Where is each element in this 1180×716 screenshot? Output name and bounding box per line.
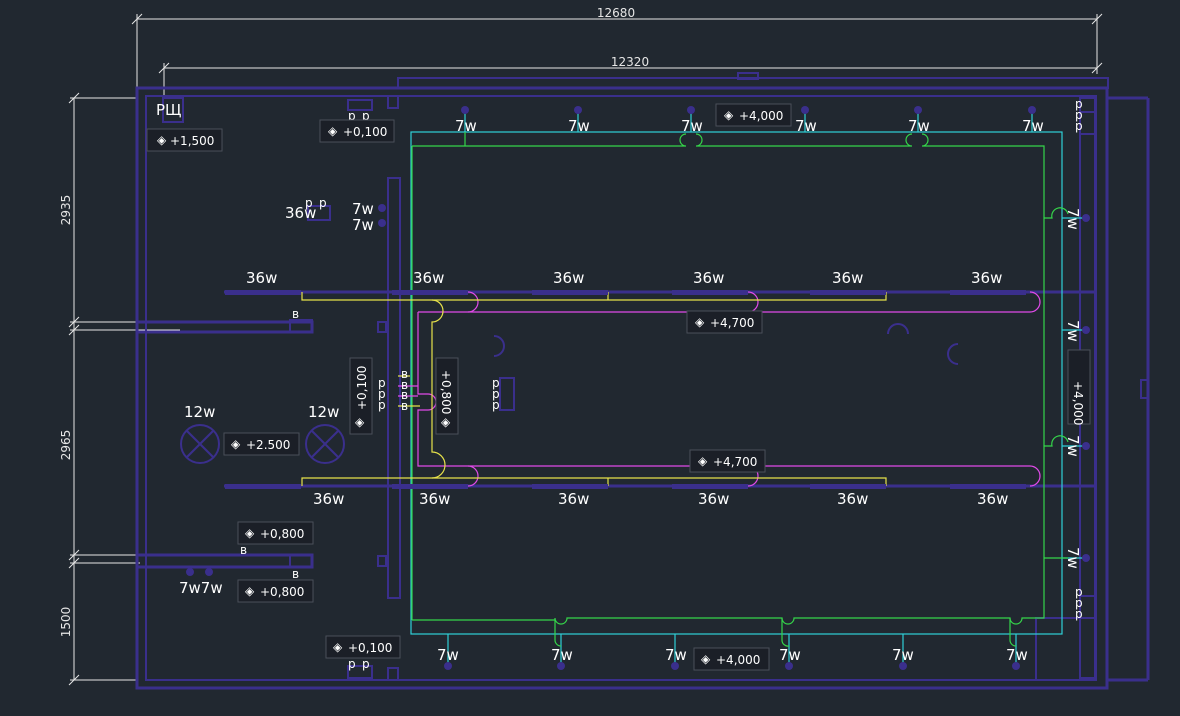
elevation-value: +0,800 [260, 527, 304, 541]
tube-label: 36w [971, 269, 1002, 287]
elevation-value: +0,100 [355, 366, 369, 410]
tube-label: 36w [246, 269, 277, 287]
tube-label: 36w [698, 490, 729, 508]
left-bottom-dimension: 1500 [59, 607, 73, 638]
inner-width-dimension: 12320 [611, 55, 649, 69]
tube-label: 36w [419, 490, 450, 508]
elevation-value: +2.500 [246, 438, 290, 452]
lamp-label: 7w [892, 646, 914, 664]
lamp-label: 7w [437, 646, 459, 664]
cyan-circuit [410, 110, 1086, 666]
switch-letter: в [292, 307, 299, 321]
elevation-marker-lower-tube: ◈ +4,700 [689, 449, 766, 473]
switch-letter: р [348, 657, 356, 671]
switch-letter: в [401, 399, 408, 413]
lamp-label: 7w [568, 117, 590, 135]
lamp-label: 7w [779, 646, 801, 664]
floor-plan-drawing: 12680 12320 2935 2965 1500 7w 7w 7w 7w 7… [59, 6, 1150, 690]
elevation-marker-center-vertical: +0,800 ◈ [435, 357, 459, 435]
svg-text:◈: ◈ [695, 315, 705, 329]
tube-label: 36w [977, 490, 1008, 508]
tube-label: 36w [413, 269, 444, 287]
lamp-label: 7w [352, 216, 374, 234]
lamp-label: 7w [1022, 117, 1044, 135]
svg-text:◈: ◈ [328, 124, 338, 138]
elevation-value: +1,500 [170, 134, 214, 148]
round-lamp-left [180, 424, 220, 464]
lamp-label: 7w [1064, 435, 1082, 457]
elevation-marker-top-left: ◈ +0,100 [319, 119, 395, 143]
svg-text:◈: ◈ [441, 415, 451, 429]
elevation-marker-top-middle: ◈ +4,000 [715, 103, 792, 127]
round-lamp-right [305, 424, 345, 464]
switch-letter: р [378, 398, 386, 412]
green-circuit [411, 132, 1069, 647]
elevation-marker-panel: ◈ +1,500 [146, 128, 223, 152]
dimension-lines [68, 13, 1103, 686]
tube-label: 36w [313, 490, 344, 508]
svg-text:◈: ◈ [157, 133, 167, 147]
left-middle-dimension: 2965 [59, 430, 73, 461]
round-lamp-label: 12w [308, 403, 339, 421]
switch-letter: р [362, 657, 370, 671]
tube-label: 36w [837, 490, 868, 508]
small-lamps [186, 106, 1090, 670]
elevation-marker-upper-tube: ◈ +4,700 [686, 310, 763, 334]
round-lamp-label: 12w [184, 403, 215, 421]
lamp-label: 7w [795, 117, 817, 135]
elevation-value: +0,100 [343, 125, 387, 139]
elevation-value: +4,000 [739, 109, 783, 123]
panel-label: РЩ [156, 101, 181, 119]
tube-label: 36w [693, 269, 724, 287]
fluorescent-tubes [225, 290, 1026, 489]
lamp-label: 7w [681, 117, 703, 135]
lamp-label: 7w [1064, 547, 1082, 569]
lamp-label: 7w [455, 117, 477, 135]
svg-text:◈: ◈ [245, 526, 255, 540]
switch-letter: р [319, 196, 327, 210]
switch-letter: в [240, 543, 247, 557]
elevation-marker-right-side: +4,000 [1067, 349, 1091, 425]
elevation-value: +0,800 [439, 370, 453, 414]
lamp-label: 7w [551, 646, 573, 664]
switch-letter: р [492, 398, 500, 412]
elevation-value: +4,000 [1071, 381, 1085, 425]
elevation-marker-lower-left-2: ◈ +0,800 [237, 579, 314, 603]
elevation-value: +4,700 [710, 316, 754, 330]
svg-text:◈: ◈ [698, 454, 708, 468]
elevation-marker-bottom-middle: ◈ +4,000 [693, 647, 770, 671]
left-top-dimension: 2935 [59, 195, 73, 226]
tube-label: 36w [832, 269, 863, 287]
yellow-circuit [301, 292, 887, 486]
lamp-label: 7w [1064, 208, 1082, 230]
elevation-marker-lower-left-1: ◈ +0,800 [237, 521, 314, 545]
elevation-value: +0,100 [348, 641, 392, 655]
switch-letter: в [292, 567, 299, 581]
elevation-marker-round-lamp: ◈ +2.500 [223, 432, 300, 456]
lamp-label: 7w [908, 117, 930, 135]
lamp-label: 7w [1064, 320, 1082, 342]
tube-label: 36w [558, 490, 589, 508]
overall-width-dimension: 12680 [597, 6, 635, 20]
elevation-marker-left-vertical: +0,100 ◈ [349, 357, 373, 435]
tube-label: 36w [553, 269, 584, 287]
switch-letter: р [1075, 119, 1083, 133]
elevation-marker-bottom-left: ◈ +0,100 [325, 635, 401, 659]
elevation-value: +4,700 [713, 455, 757, 469]
switch-letter: р [1075, 607, 1083, 621]
lamp-label: 7w [665, 646, 687, 664]
double-lamp-label: 7w7w [179, 579, 223, 597]
svg-text:◈: ◈ [245, 584, 255, 598]
svg-text:◈: ◈ [333, 640, 343, 654]
switch-letter: р [305, 196, 313, 210]
elevation-value: +4,000 [716, 653, 760, 667]
elevation-value: +0,800 [260, 585, 304, 599]
svg-text:◈: ◈ [701, 652, 711, 666]
lamp-label: 7w [1006, 646, 1028, 664]
svg-text:◈: ◈ [724, 108, 734, 122]
svg-text:◈: ◈ [231, 437, 241, 451]
svg-text:◈: ◈ [355, 415, 365, 429]
